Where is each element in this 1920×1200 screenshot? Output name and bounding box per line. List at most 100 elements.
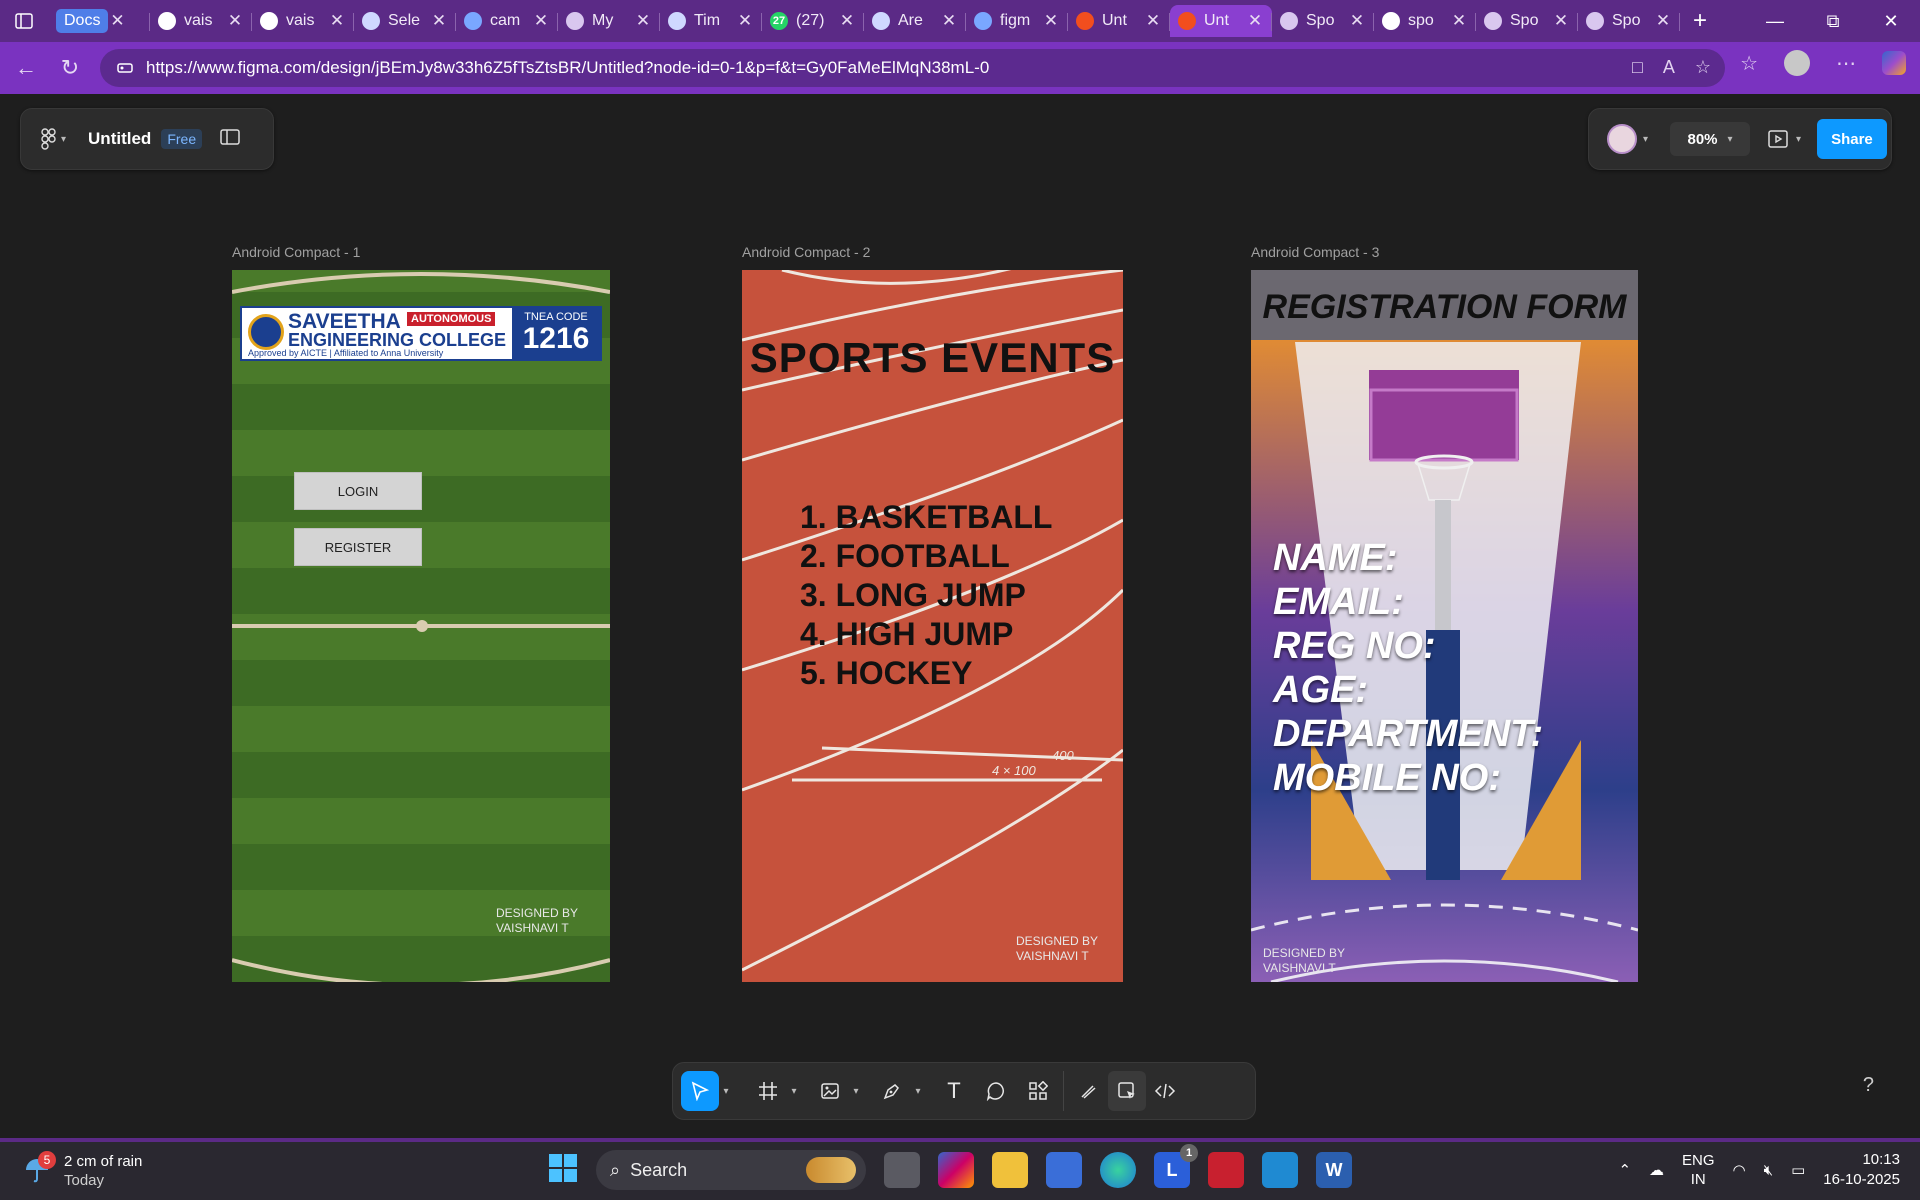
figma-icon	[1076, 12, 1094, 30]
android-frame-3[interactable]: REGISTRATION FORM NAME: EMAIL: REG NO: A…	[1251, 270, 1638, 982]
avatar-chevron-icon[interactable]: ▾	[1643, 134, 1648, 145]
copilot-icon[interactable]	[1882, 51, 1906, 75]
share-button[interactable]: Share	[1817, 119, 1887, 159]
move-tool-chevron-icon[interactable]: ▾	[719, 1086, 733, 1097]
android-frame-2[interactable]: 400 4 × 100 SPORTS EVENTS 1. BASKETBALL …	[742, 270, 1123, 982]
restore-icon[interactable]: ⧉	[1804, 0, 1862, 42]
browser-tab[interactable]: Unt ✕	[1068, 5, 1170, 37]
close-tab-icon[interactable]: ✕	[940, 11, 958, 31]
actions-tool-icon[interactable]	[1019, 1071, 1057, 1111]
close-tab-icon[interactable]: ✕	[226, 11, 244, 31]
dev-mode-icon[interactable]	[1146, 1071, 1184, 1111]
browser-tab[interactable]: My ✕	[558, 5, 660, 37]
onedrive-icon[interactable]: ☁	[1649, 1161, 1664, 1179]
design-mode-icon[interactable]	[1108, 1071, 1146, 1111]
site-info-icon[interactable]	[116, 59, 134, 77]
file-explorer-icon[interactable]	[992, 1152, 1028, 1188]
close-tab-icon[interactable]: ✕	[430, 11, 448, 31]
close-tab-icon[interactable]: ✕	[1654, 11, 1672, 31]
browser-tab[interactable]: cam ✕	[456, 5, 558, 37]
sidebar-toggle-icon[interactable]	[0, 0, 48, 42]
comment-tool-icon[interactable]	[977, 1071, 1015, 1111]
browser-tab[interactable]: Tim ✕	[660, 5, 762, 37]
frame-tool-chevron-icon[interactable]: ▾	[787, 1086, 801, 1097]
browser-tab[interactable]: figm ✕	[966, 5, 1068, 37]
login-button[interactable]: LOGIN	[294, 472, 422, 510]
move-tool-icon[interactable]	[681, 1071, 719, 1111]
task-view-icon[interactable]	[884, 1152, 920, 1188]
browser-tab[interactable]: Sele ✕	[354, 5, 456, 37]
vscode-icon[interactable]	[1262, 1152, 1298, 1188]
weather-widget[interactable]: 5 2 cm of rain Today	[24, 1151, 142, 1190]
browser-tab[interactable]: Spo ✕	[1272, 5, 1374, 37]
image-tool-icon[interactable]	[811, 1071, 849, 1111]
clock[interactable]: 10:13 16-10-2025	[1823, 1150, 1900, 1190]
close-tab-icon[interactable]: ✕	[1450, 11, 1468, 31]
edge-browser-icon[interactable]	[1100, 1152, 1136, 1188]
pen-tool-icon[interactable]	[873, 1071, 911, 1111]
browser-tab[interactable]: Are ✕	[864, 5, 966, 37]
url-field[interactable]: https://www.figma.com/design/jBEmJy8w33h…	[100, 49, 1725, 87]
chevron-up-icon[interactable]: ⌃	[1618, 1161, 1631, 1179]
volume-muted-icon[interactable]: 🔇︎	[1764, 1162, 1773, 1179]
image-tool-chevron-icon[interactable]: ▾	[849, 1086, 863, 1097]
close-tab-icon[interactable]: ✕	[1144, 11, 1162, 31]
minimize-icon[interactable]: ―	[1746, 0, 1804, 42]
favorite-star-icon[interactable]: ☆	[1695, 57, 1711, 78]
close-window-icon[interactable]: ✕	[1862, 0, 1920, 42]
draw-mode-icon[interactable]	[1070, 1071, 1108, 1111]
figma-canvas[interactable]: ▾ Untitled Free ▾ 80% ▾ ▾ Share Android …	[4, 94, 1916, 1134]
back-arrow-icon[interactable]: ←	[4, 46, 48, 90]
close-tab-icon[interactable]: ✕	[1042, 11, 1060, 31]
microsoft-store-icon[interactable]	[1046, 1152, 1082, 1188]
browser-tab[interactable]: Unt ✕	[1170, 5, 1272, 37]
close-tab-icon[interactable]: ✕	[634, 11, 652, 31]
profile-avatar-icon[interactable]	[1784, 50, 1810, 76]
text-tool-icon[interactable]: T	[935, 1071, 973, 1111]
zoom-dropdown[interactable]: 80% ▾	[1670, 122, 1751, 156]
close-tab-icon[interactable]: ✕	[108, 11, 126, 31]
help-button[interactable]: ?	[1863, 1074, 1874, 1097]
wifi-icon[interactable]: ◠	[1733, 1161, 1746, 1179]
favorites-icon[interactable]: ☆	[1740, 51, 1758, 76]
file-name[interactable]: Untitled	[88, 129, 151, 149]
close-tab-icon[interactable]: ✕	[838, 11, 856, 31]
frame-tool-icon[interactable]	[749, 1071, 787, 1111]
reading-mode-icon[interactable]: □	[1632, 57, 1643, 78]
browser-tab[interactable]: Spo ✕	[1476, 5, 1578, 37]
browser-tab[interactable]: Docs ✕	[48, 5, 150, 37]
toggle-ui-panel-icon[interactable]	[220, 128, 240, 150]
present-icon[interactable]: ▾	[1768, 129, 1801, 149]
mail-app-icon[interactable]: L 1	[1154, 1144, 1198, 1188]
close-tab-icon[interactable]: ✕	[1348, 11, 1366, 31]
figma-menu-icon[interactable]: ▾	[41, 128, 66, 150]
android-frame-1[interactable]: SAVEETHA AUTONOMOUS ENGINEERING COLLEGE …	[232, 270, 610, 982]
battery-icon[interactable]: ▭	[1791, 1161, 1805, 1179]
word-icon[interactable]: W	[1316, 1152, 1352, 1188]
close-tab-icon[interactable]: ✕	[1552, 11, 1570, 31]
close-tab-icon[interactable]: ✕	[1246, 11, 1264, 31]
browser-tab[interactable]: vais ✕	[252, 5, 354, 37]
close-tab-icon[interactable]: ✕	[736, 11, 754, 31]
frame-label-3[interactable]: Android Compact - 3	[1251, 244, 1379, 260]
new-tab-button[interactable]: +	[1680, 7, 1720, 35]
copilot-app-icon[interactable]	[938, 1152, 974, 1188]
taskbar-search[interactable]: ⌕ Search	[596, 1150, 866, 1190]
browser-tab[interactable]: spo ✕	[1374, 5, 1476, 37]
frame-label-1[interactable]: Android Compact - 1	[232, 244, 360, 260]
close-tab-icon[interactable]: ✕	[328, 11, 346, 31]
close-tab-icon[interactable]: ✕	[532, 11, 550, 31]
browser-tab[interactable]: vais ✕	[150, 5, 252, 37]
browser-tab[interactable]: Spo ✕	[1578, 5, 1680, 37]
user-avatar[interactable]	[1607, 124, 1637, 154]
read-aloud-icon[interactable]: A	[1663, 57, 1675, 78]
language-indicator[interactable]: ENG IN	[1682, 1151, 1715, 1189]
frame-label-2[interactable]: Android Compact - 2	[742, 244, 870, 260]
mcafee-icon[interactable]	[1208, 1152, 1244, 1188]
browser-tab[interactable]: 27 (27) ✕	[762, 5, 864, 37]
more-options-icon[interactable]: ⋯	[1836, 51, 1856, 76]
register-button[interactable]: REGISTER	[294, 528, 422, 566]
pen-tool-chevron-icon[interactable]: ▾	[911, 1086, 925, 1097]
reload-icon[interactable]: ↻	[48, 46, 92, 90]
windows-start-icon[interactable]	[548, 1153, 578, 1188]
